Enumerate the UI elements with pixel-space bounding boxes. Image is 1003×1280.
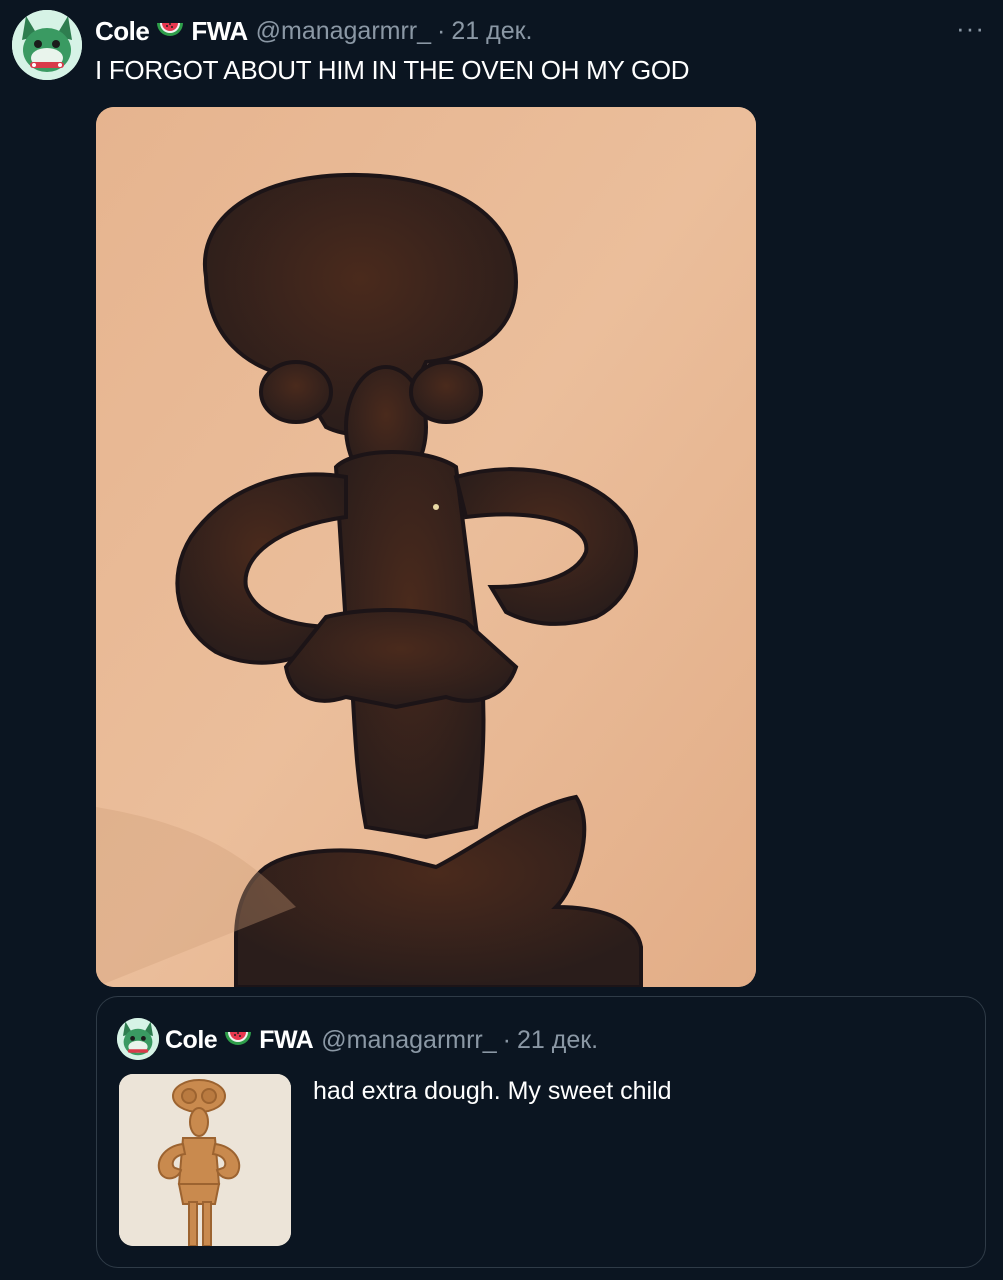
author-handle[interactable]: @managarmrr_ [256, 17, 431, 46]
raw-dough-figure-photo [119, 1074, 291, 1246]
separator-dot: · [502, 1025, 511, 1054]
tweet-media-photo[interactable] [96, 107, 756, 987]
quoted-media-thumbnail[interactable] [119, 1074, 291, 1246]
avatar-cartoon-icon [12, 10, 82, 80]
quoted-tweet-header: Cole FWA @managarmrr_ · 21 дек. [165, 1023, 598, 1057]
quoted-avatar[interactable] [117, 1018, 159, 1060]
quoted-author-name-first[interactable]: Cole [165, 1026, 218, 1055]
tweet-header: Cole FWA @managarmrr_ · 21 дек. [95, 14, 533, 48]
quoted-tweet-text: had extra dough. My sweet child [313, 1077, 672, 1105]
quoted-tweet[interactable]: Cole FWA @managarmrr_ · 21 дек. had extr… [96, 996, 986, 1268]
watermelon-icon [223, 1028, 253, 1052]
burnt-cookie-photo [96, 107, 756, 987]
author-name-first[interactable]: Cole [95, 16, 150, 47]
quoted-author-name-second[interactable]: FWA [259, 1026, 314, 1055]
author-name-second[interactable]: FWA [191, 16, 248, 47]
more-options-icon[interactable]: ··· [956, 15, 985, 41]
avatar[interactable] [12, 10, 82, 80]
tweet-text: I FORGOT ABOUT HIM IN THE OVEN OH MY GOD [95, 55, 690, 85]
tweet[interactable]: Cole FWA @managarmrr_ · 21 дек. ··· I FO… [0, 0, 1003, 1280]
separator-dot: · [437, 16, 446, 45]
tweet-date[interactable]: 21 дек. [451, 17, 532, 46]
quoted-author-handle[interactable]: @managarmrr_ [321, 1026, 496, 1055]
watermelon-icon [155, 19, 185, 43]
avatar-cartoon-icon [117, 1018, 159, 1060]
quoted-tweet-date[interactable]: 21 дек. [517, 1026, 598, 1055]
